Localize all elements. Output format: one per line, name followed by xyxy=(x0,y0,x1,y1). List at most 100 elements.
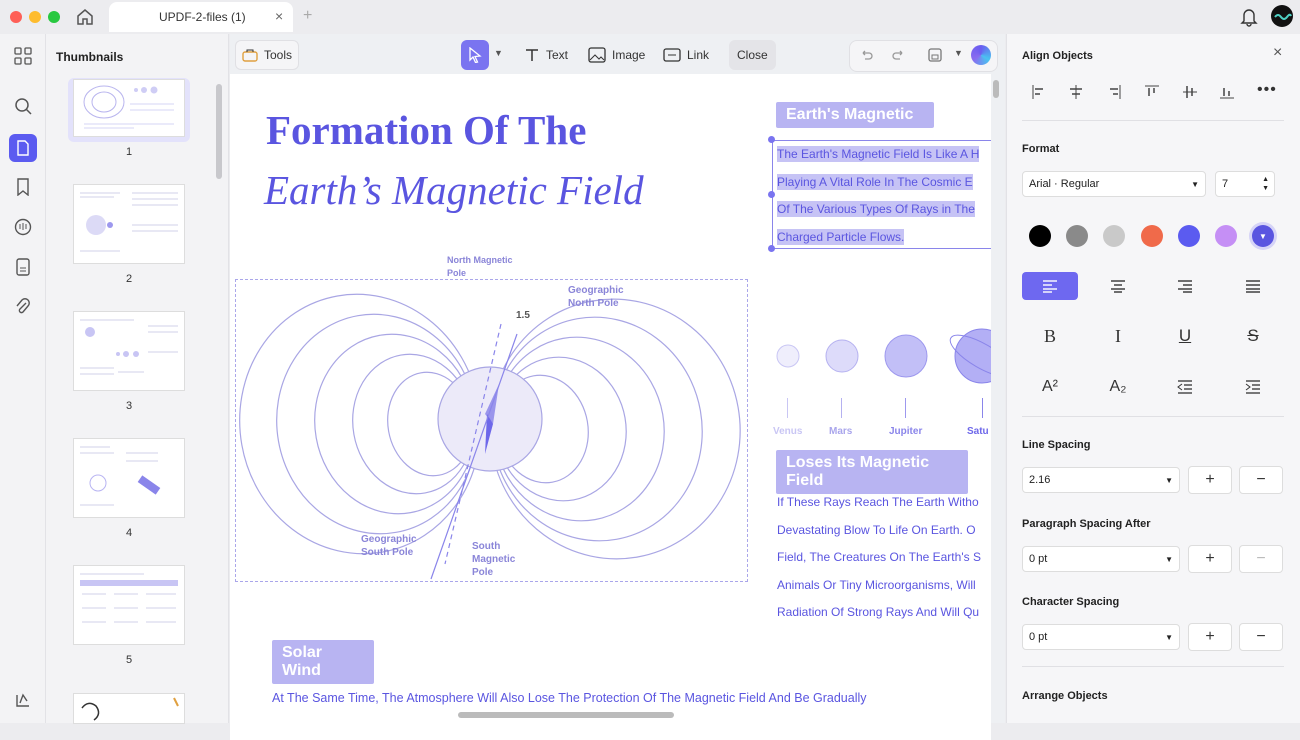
attachment-icon[interactable] xyxy=(11,295,35,319)
planet-label-saturn: Satu xyxy=(967,426,989,437)
line-spacing-increase-button[interactable]: + xyxy=(1188,466,1232,494)
paragraph-spacing-increase-button[interactable]: + xyxy=(1188,545,1232,573)
custom-color-picker[interactable]: ▼ xyxy=(1252,225,1274,247)
bell-icon[interactable] xyxy=(1240,7,1258,32)
character-spacing-decrease-button[interactable]: − xyxy=(1239,623,1283,651)
thumbnails-title: Thumbnails xyxy=(56,50,124,64)
tools-button[interactable]: Tools xyxy=(235,40,300,70)
grid-icon[interactable] xyxy=(11,44,35,68)
tab-title: UPDF-2-files (1) xyxy=(159,10,246,24)
color-swatch-gray[interactable] xyxy=(1066,225,1088,247)
text-icon xyxy=(526,49,538,61)
section3-line: At The Same Time, The Atmosphere Will Al… xyxy=(272,691,867,705)
align-text-right-button[interactable] xyxy=(1157,272,1213,300)
font-select[interactable]: Arial · Regular ▼ xyxy=(1022,171,1206,197)
more-options-icon[interactable]: ••• xyxy=(1257,81,1277,99)
edit-pdf-icon[interactable] xyxy=(9,134,37,162)
layers-icon[interactable] xyxy=(11,688,35,712)
planet-label-venus: Venus xyxy=(773,426,803,437)
subscript-button[interactable]: A₂ xyxy=(1090,373,1146,401)
bold-button[interactable]: B xyxy=(1022,322,1078,350)
align-bottom-icon[interactable] xyxy=(1219,84,1235,100)
color-swatch-purple[interactable] xyxy=(1215,225,1237,247)
strikethrough-button[interactable]: S xyxy=(1225,322,1281,350)
planet-tick xyxy=(787,398,788,418)
close-window-icon[interactable] xyxy=(10,11,22,23)
thumbnail-page-6[interactable] xyxy=(74,694,184,723)
text-align-center-icon xyxy=(1111,280,1125,293)
new-tab-icon[interactable]: + xyxy=(303,7,312,25)
save-icon[interactable] xyxy=(927,47,943,68)
doc-title-line2: Earth’s Magnetic Field xyxy=(264,167,644,213)
character-spacing-select[interactable]: 0 pt ▼ xyxy=(1022,624,1180,650)
close-tab-icon[interactable]: × xyxy=(275,8,283,24)
chevron-down-icon: ▼ xyxy=(1165,554,1173,564)
horizontal-scrollbar[interactable] xyxy=(458,712,674,718)
paragraph-spacing-decrease-button[interactable]: − xyxy=(1239,545,1283,573)
link-tool-button[interactable]: Link xyxy=(657,40,715,70)
image-tool-button[interactable]: Image xyxy=(582,40,651,70)
search-icon[interactable] xyxy=(11,94,35,118)
planet-label-jupiter: Jupiter xyxy=(889,426,923,437)
form-icon[interactable] xyxy=(11,255,35,279)
section-solar-wind-heading: Solar Wind xyxy=(272,640,374,684)
line-spacing-decrease-button[interactable]: − xyxy=(1239,466,1283,494)
chevron-down-icon[interactable]: ▼ xyxy=(494,48,503,58)
text-tool-button[interactable]: Text xyxy=(518,40,574,70)
text-align-left-icon xyxy=(1043,280,1057,293)
pdf-page: Formation Of The Earth’s Magnetic Field xyxy=(230,74,991,740)
align-top-icon[interactable] xyxy=(1144,84,1160,100)
paragraph-spacing-select[interactable]: 0 pt ▼ xyxy=(1022,546,1180,572)
select-tool-button[interactable] xyxy=(461,40,489,70)
thumbnail-page-3[interactable] xyxy=(74,312,184,390)
section1-line: The Earth's Magnetic Field Is Like A H xyxy=(777,146,980,162)
home-icon[interactable] xyxy=(76,8,94,31)
close-panel-icon[interactable]: × xyxy=(1273,44,1282,62)
resize-handle[interactable] xyxy=(768,245,775,252)
comment-icon[interactable] xyxy=(11,215,35,239)
line-spacing-select[interactable]: 2.16 ▼ xyxy=(1022,467,1180,493)
underline-button[interactable]: U xyxy=(1157,322,1213,350)
minimize-window-icon[interactable] xyxy=(29,11,41,23)
align-center-icon[interactable] xyxy=(1068,84,1084,100)
zoom-window-icon[interactable] xyxy=(48,11,60,23)
undo-icon[interactable] xyxy=(859,48,873,67)
avatar[interactable] xyxy=(1271,5,1293,27)
section1-line: Charged Particle Flows. xyxy=(777,229,905,245)
justify-text-button[interactable] xyxy=(1225,272,1281,300)
align-left-icon[interactable] xyxy=(1031,84,1047,100)
font-size-input[interactable]: 7 ▲ ▼ xyxy=(1215,171,1275,197)
section1-line: Of The Various Types Of Rays in The xyxy=(777,201,975,217)
bookmark-icon[interactable] xyxy=(11,175,35,199)
superscript-button[interactable]: A² xyxy=(1022,373,1078,401)
thumbnail-page-4[interactable] xyxy=(74,439,184,517)
color-swatch-light-gray[interactable] xyxy=(1103,225,1125,247)
field-lines-drawing xyxy=(239,293,741,580)
align-text-left-button[interactable] xyxy=(1022,272,1078,300)
thumbnail-scrollbar[interactable] xyxy=(216,84,222,179)
properties-panel: Align Objects × ••• Format Arial · Regul… xyxy=(1006,34,1300,723)
arrange-objects-title: Arrange Objects xyxy=(1022,690,1108,702)
increase-indent-button[interactable] xyxy=(1225,373,1281,401)
decrease-indent-button[interactable] xyxy=(1157,373,1213,401)
color-swatch-blue[interactable] xyxy=(1178,225,1200,247)
italic-button[interactable]: I xyxy=(1090,322,1146,350)
color-swatch-black[interactable] xyxy=(1029,225,1051,247)
close-edit-button[interactable]: Close xyxy=(729,40,776,70)
color-swatch-orange[interactable] xyxy=(1141,225,1163,247)
plus-icon: + xyxy=(1205,550,1215,567)
document-tab[interactable]: UPDF-2-files (1) × xyxy=(109,2,293,32)
align-middle-icon[interactable] xyxy=(1182,84,1198,100)
thumbnail-page-2[interactable] xyxy=(74,185,184,263)
indent-icon xyxy=(1245,380,1260,394)
align-right-icon[interactable] xyxy=(1106,84,1122,100)
redo-icon[interactable] xyxy=(892,48,906,67)
resize-handle[interactable] xyxy=(768,191,775,198)
character-spacing-increase-button[interactable]: + xyxy=(1188,623,1232,651)
save-options-icon[interactable]: ▼ xyxy=(954,48,963,58)
ai-assistant-icon[interactable] xyxy=(971,45,991,65)
align-text-center-button[interactable] xyxy=(1090,272,1146,300)
thumbnail-page-5[interactable] xyxy=(74,566,184,644)
resize-handle[interactable] xyxy=(768,136,775,143)
vertical-scrollbar[interactable] xyxy=(993,80,999,98)
